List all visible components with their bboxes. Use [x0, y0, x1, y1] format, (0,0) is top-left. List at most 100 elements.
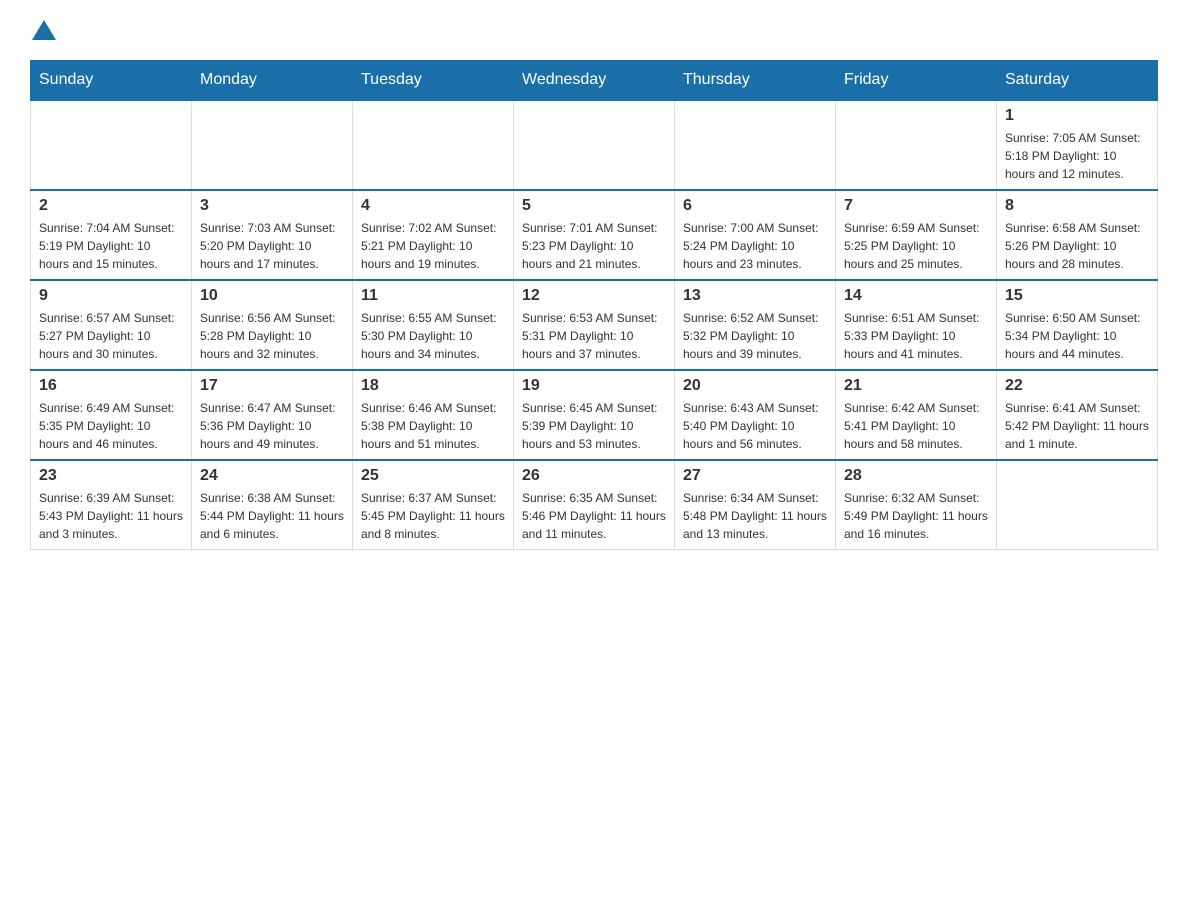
- day-number: 15: [1005, 287, 1149, 305]
- day-info: Sunrise: 7:03 AM Sunset: 5:20 PM Dayligh…: [200, 219, 344, 273]
- calendar-cell: 1 Sunrise: 7:05 AM Sunset: 5:18 PM Daylig…: [997, 100, 1158, 190]
- calendar-cell: 13Sunrise: 6:52 AM Sunset: 5:32 PM Dayli…: [675, 280, 836, 370]
- day-number: 10: [200, 287, 344, 305]
- logo: [30, 20, 58, 40]
- calendar-cell: 27 Sunrise: 6:34 AM Sunset: 5:48 PM Dayli…: [675, 460, 836, 550]
- calendar-cell: 10 Sunrise: 6:56 AM Sunset: 5:28 PM Dayli…: [192, 280, 353, 370]
- calendar-cell: 25Sunrise: 6:37 AM Sunset: 5:45 PM Dayli…: [353, 460, 514, 550]
- day-info: Sunrise: 7:01 AM Sunset: 5:23 PM Dayligh…: [522, 219, 666, 273]
- day-info: Sunrise: 6:47 AM Sunset: 5:36 PM Dayligh…: [200, 399, 344, 453]
- day-number: 14: [844, 287, 988, 305]
- week-row-4: 23 Sunrise: 6:39 AM Sunset: 5:43 PM Dayli…: [31, 460, 1158, 550]
- day-info: Sunrise: 6:49 AM Sunset: 5:35 PM Dayligh…: [39, 399, 183, 453]
- calendar-cell: 11 Sunrise: 6:55 AM Sunset: 5:30 PM Dayli…: [353, 280, 514, 370]
- day-info: Sunrise: 6:57 AM Sunset: 5:27 PM Dayligh…: [39, 309, 183, 363]
- calendar-cell: 12 Sunrise: 6:53 AM Sunset: 5:31 PM Dayli…: [514, 280, 675, 370]
- logo-triangle-icon: [32, 20, 56, 40]
- calendar-cell: 8 Sunrise: 6:58 AM Sunset: 5:26 PM Daylig…: [997, 190, 1158, 280]
- calendar-cell: [192, 100, 353, 190]
- day-number: 17: [200, 377, 344, 395]
- day-info: Sunrise: 6:46 AM Sunset: 5:38 PM Dayligh…: [361, 399, 505, 453]
- calendar-cell: [675, 100, 836, 190]
- header-day-tuesday: Tuesday: [353, 61, 514, 101]
- day-info: Sunrise: 6:55 AM Sunset: 5:30 PM Dayligh…: [361, 309, 505, 363]
- day-info: Sunrise: 6:34 AM Sunset: 5:48 PM Dayligh…: [683, 489, 827, 543]
- calendar-cell: 16 Sunrise: 6:49 AM Sunset: 5:35 PM Dayli…: [31, 370, 192, 460]
- day-info: Sunrise: 6:50 AM Sunset: 5:34 PM Dayligh…: [1005, 309, 1149, 363]
- day-number: 19: [522, 377, 666, 395]
- calendar-table: SundayMondayTuesdayWednesdayThursdayFrid…: [30, 60, 1158, 550]
- calendar-cell: [514, 100, 675, 190]
- week-row-2: 9 Sunrise: 6:57 AM Sunset: 5:27 PM Daylig…: [31, 280, 1158, 370]
- header-day-monday: Monday: [192, 61, 353, 101]
- calendar-cell: 2 Sunrise: 7:04 AM Sunset: 5:19 PM Daylig…: [31, 190, 192, 280]
- day-info: Sunrise: 6:52 AM Sunset: 5:32 PM Dayligh…: [683, 309, 827, 363]
- day-number: 2: [39, 197, 183, 215]
- day-number: 20: [683, 377, 827, 395]
- calendar-cell: 19 Sunrise: 6:45 AM Sunset: 5:39 PM Dayli…: [514, 370, 675, 460]
- calendar-cell: 28 Sunrise: 6:32 AM Sunset: 5:49 PM Dayli…: [836, 460, 997, 550]
- calendar-cell: 14 Sunrise: 6:51 AM Sunset: 5:33 PM Dayli…: [836, 280, 997, 370]
- day-info: Sunrise: 6:32 AM Sunset: 5:49 PM Dayligh…: [844, 489, 988, 543]
- header-day-friday: Friday: [836, 61, 997, 101]
- calendar-cell: 18 Sunrise: 6:46 AM Sunset: 5:38 PM Dayli…: [353, 370, 514, 460]
- calendar-cell: 22 Sunrise: 6:41 AM Sunset: 5:42 PM Dayli…: [997, 370, 1158, 460]
- day-number: 5: [522, 197, 666, 215]
- week-row-0: 1 Sunrise: 7:05 AM Sunset: 5:18 PM Daylig…: [31, 100, 1158, 190]
- header-day-sunday: Sunday: [31, 61, 192, 101]
- calendar-cell: [997, 460, 1158, 550]
- day-info: Sunrise: 6:45 AM Sunset: 5:39 PM Dayligh…: [522, 399, 666, 453]
- day-info: Sunrise: 6:51 AM Sunset: 5:33 PM Dayligh…: [844, 309, 988, 363]
- calendar-cell: 9 Sunrise: 6:57 AM Sunset: 5:27 PM Daylig…: [31, 280, 192, 370]
- day-info: Sunrise: 7:00 AM Sunset: 5:24 PM Dayligh…: [683, 219, 827, 273]
- calendar-cell: [353, 100, 514, 190]
- header-day-wednesday: Wednesday: [514, 61, 675, 101]
- header-day-saturday: Saturday: [997, 61, 1158, 101]
- day-info: Sunrise: 6:39 AM Sunset: 5:43 PM Dayligh…: [39, 489, 183, 543]
- day-info: Sunrise: 6:42 AM Sunset: 5:41 PM Dayligh…: [844, 399, 988, 453]
- day-info: Sunrise: 7:05 AM Sunset: 5:18 PM Dayligh…: [1005, 129, 1149, 183]
- calendar-cell: 3 Sunrise: 7:03 AM Sunset: 5:20 PM Daylig…: [192, 190, 353, 280]
- day-number: 27: [683, 467, 827, 485]
- day-number: 6: [683, 197, 827, 215]
- calendar-cell: 17 Sunrise: 6:47 AM Sunset: 5:36 PM Dayli…: [192, 370, 353, 460]
- header-row: SundayMondayTuesdayWednesdayThursdayFrid…: [31, 61, 1158, 101]
- day-number: 11: [361, 287, 505, 305]
- calendar-cell: 20 Sunrise: 6:43 AM Sunset: 5:40 PM Dayli…: [675, 370, 836, 460]
- day-info: Sunrise: 7:02 AM Sunset: 5:21 PM Dayligh…: [361, 219, 505, 273]
- day-number: 26: [522, 467, 666, 485]
- day-info: Sunrise: 6:43 AM Sunset: 5:40 PM Dayligh…: [683, 399, 827, 453]
- day-number: 4: [361, 197, 505, 215]
- calendar-body: 1 Sunrise: 7:05 AM Sunset: 5:18 PM Daylig…: [31, 100, 1158, 550]
- page-header: [30, 20, 1158, 40]
- day-number: 9: [39, 287, 183, 305]
- day-number: 8: [1005, 197, 1149, 215]
- calendar-header: SundayMondayTuesdayWednesdayThursdayFrid…: [31, 61, 1158, 101]
- week-row-3: 16 Sunrise: 6:49 AM Sunset: 5:35 PM Dayli…: [31, 370, 1158, 460]
- day-info: Sunrise: 6:53 AM Sunset: 5:31 PM Dayligh…: [522, 309, 666, 363]
- calendar-cell: 5 Sunrise: 7:01 AM Sunset: 5:23 PM Daylig…: [514, 190, 675, 280]
- day-number: 28: [844, 467, 988, 485]
- day-info: Sunrise: 6:35 AM Sunset: 5:46 PM Dayligh…: [522, 489, 666, 543]
- day-number: 18: [361, 377, 505, 395]
- day-number: 1: [1005, 107, 1149, 125]
- day-number: 12: [522, 287, 666, 305]
- day-info: Sunrise: 6:41 AM Sunset: 5:42 PM Dayligh…: [1005, 399, 1149, 453]
- day-number: 7: [844, 197, 988, 215]
- calendar-cell: [31, 100, 192, 190]
- day-number: 21: [844, 377, 988, 395]
- day-number: 22: [1005, 377, 1149, 395]
- calendar-cell: 7Sunrise: 6:59 AM Sunset: 5:25 PM Daylig…: [836, 190, 997, 280]
- day-number: 23: [39, 467, 183, 485]
- day-number: 3: [200, 197, 344, 215]
- day-number: 16: [39, 377, 183, 395]
- day-info: Sunrise: 6:56 AM Sunset: 5:28 PM Dayligh…: [200, 309, 344, 363]
- day-info: Sunrise: 7:04 AM Sunset: 5:19 PM Dayligh…: [39, 219, 183, 273]
- day-info: Sunrise: 6:38 AM Sunset: 5:44 PM Dayligh…: [200, 489, 344, 543]
- header-day-thursday: Thursday: [675, 61, 836, 101]
- day-info: Sunrise: 6:58 AM Sunset: 5:26 PM Dayligh…: [1005, 219, 1149, 273]
- calendar-cell: 15 Sunrise: 6:50 AM Sunset: 5:34 PM Dayli…: [997, 280, 1158, 370]
- day-number: 24: [200, 467, 344, 485]
- week-row-1: 2 Sunrise: 7:04 AM Sunset: 5:19 PM Daylig…: [31, 190, 1158, 280]
- calendar-cell: 26 Sunrise: 6:35 AM Sunset: 5:46 PM Dayli…: [514, 460, 675, 550]
